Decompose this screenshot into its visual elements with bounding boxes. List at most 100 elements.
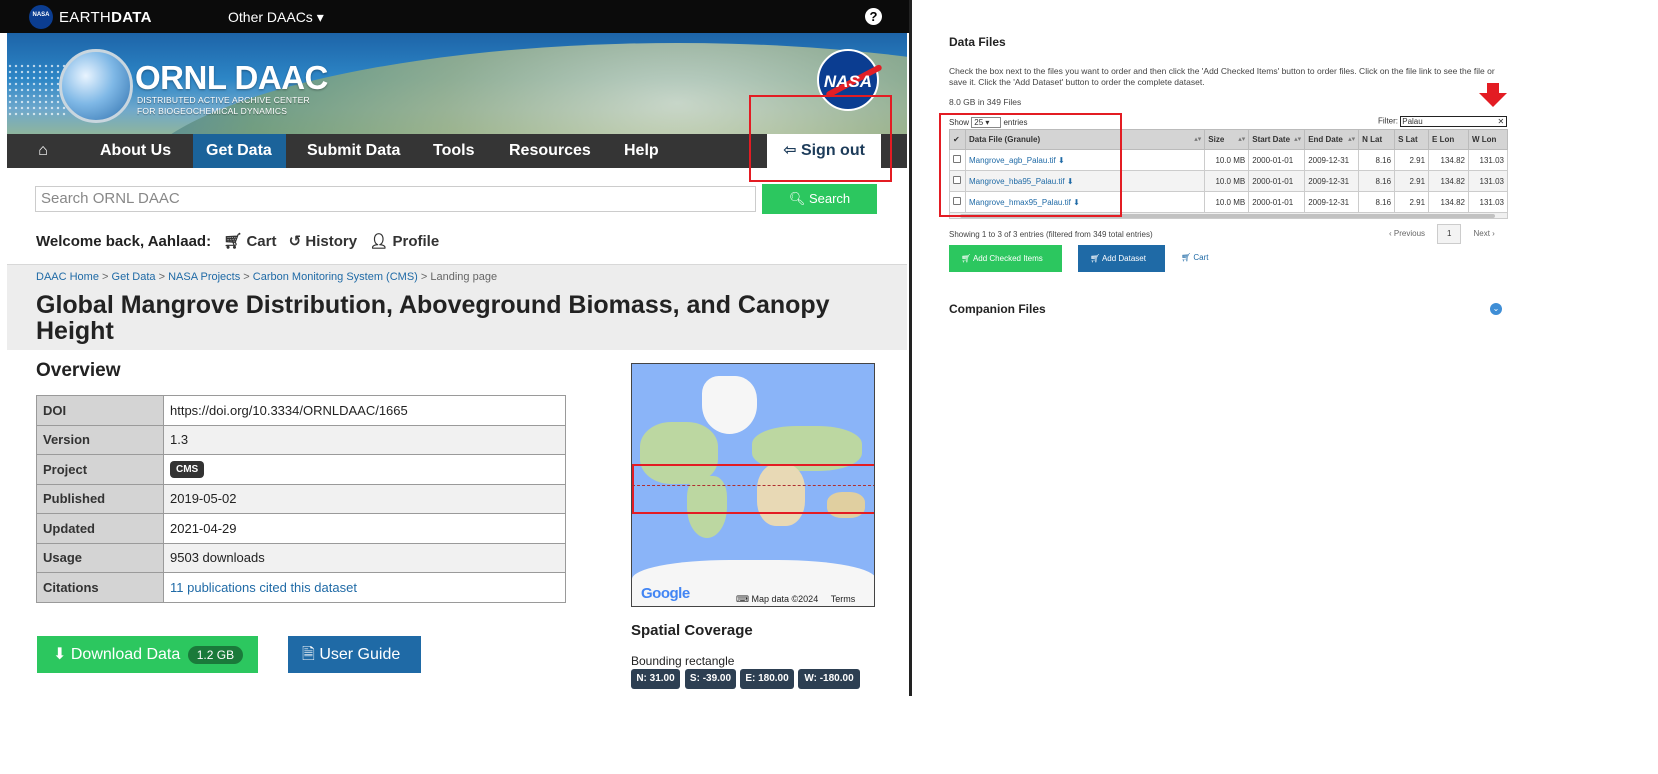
- user-guide-button[interactable]: 🗎 User Guide: [288, 636, 421, 673]
- nasa-logo-text: NASA: [823, 72, 873, 91]
- clear-icon[interactable]: ✕: [1498, 117, 1505, 126]
- table-row: DOI https://doi.org/10.3334/ORNLDAAC/1665: [36, 395, 566, 426]
- table-row: Version 1.3: [36, 424, 566, 455]
- search-icon: 🔍︎: [788, 191, 806, 206]
- previous-page-link[interactable]: ‹ Previous: [1389, 229, 1425, 238]
- nav-get-data[interactable]: Get Data: [193, 134, 286, 168]
- project-cell: CMS: [163, 454, 566, 485]
- download-icon: ⬇: [53, 646, 67, 663]
- breadcrumb-cms[interactable]: Carbon Monitoring System (CMS): [253, 271, 418, 283]
- add-dataset-button[interactable]: 🛒︎ Add Dataset: [1078, 245, 1165, 272]
- end-cell: 2009-12-31: [1304, 170, 1360, 192]
- equator-line: [632, 485, 874, 486]
- west-badge: W: -180.00: [798, 669, 860, 689]
- col-w-lon[interactable]: W Lon: [1467, 129, 1509, 150]
- next-page-link[interactable]: Next ›: [1473, 229, 1494, 238]
- overview-key: Citations: [36, 572, 164, 603]
- profile-link[interactable]: 👤︎ Profile: [369, 233, 439, 250]
- help-icon[interactable]: ?: [865, 8, 882, 25]
- col-label: S Lat: [1398, 135, 1418, 144]
- chevron-down-icon[interactable]: ⌄: [1490, 303, 1502, 315]
- filter-label: Filter:: [1378, 116, 1398, 126]
- data-files-size: 8.0 GB in 349 Files: [949, 97, 1022, 107]
- title-section: DAAC Home > Get Data > NASA Projects > C…: [7, 264, 907, 350]
- cart-link-label: Cart: [1193, 253, 1209, 262]
- data-files-heading: Data Files: [949, 35, 1006, 49]
- sort-icon: ▴▾: [1348, 136, 1356, 143]
- north-badge: N: 31.00: [631, 669, 680, 689]
- page-1-button[interactable]: 1: [1437, 224, 1462, 244]
- s-lat-cell: 2.91: [1394, 149, 1430, 171]
- data-files-panel: Data Files Check the box next to the fil…: [939, 0, 1520, 774]
- showing-entries-text: Showing 1 to 3 of 3 entries (filtered fr…: [949, 230, 1153, 239]
- cart-label: Cart: [246, 233, 277, 250]
- cart-icon: 🛒︎: [1181, 253, 1192, 262]
- sort-icon: ▴▾: [1294, 136, 1302, 143]
- col-end-date[interactable]: End Date ▴▾: [1304, 129, 1360, 150]
- breadcrumb-get-data[interactable]: Get Data: [112, 271, 156, 283]
- terms-link[interactable]: Terms: [831, 594, 856, 604]
- home-icon[interactable]: ⌂: [7, 134, 79, 168]
- document-icon: 🗎: [302, 646, 315, 663]
- size-cell: 10.0 MB: [1204, 191, 1250, 213]
- s-lat-cell: 2.91: [1394, 170, 1430, 192]
- end-cell: 2009-12-31: [1304, 191, 1360, 213]
- download-data-button[interactable]: ⬇ Download Data 1.2 GB: [37, 636, 258, 673]
- other-daacs-dropdown[interactable]: Other DAACs ▾: [228, 9, 324, 26]
- map-greenland: [702, 376, 757, 434]
- nav-help[interactable]: Help: [611, 134, 672, 168]
- companion-files-heading[interactable]: Companion Files: [949, 302, 1046, 316]
- col-n-lat[interactable]: N Lat: [1358, 129, 1396, 150]
- nav-submit-data[interactable]: Submit Data: [294, 134, 413, 168]
- brand-part-earth: EARTH: [59, 9, 112, 26]
- dataset-landing-page: NASA EARTHDATA Other DAACs ▾ ? ORNL DAAC…: [0, 0, 912, 696]
- breadcrumb-daac-home[interactable]: DAAC Home: [36, 271, 99, 283]
- citations-link[interactable]: 11 publications cited this dataset: [170, 580, 357, 595]
- filter-control: Filter: Palau ✕: [1378, 116, 1508, 127]
- add-checked-items-button[interactable]: 🛒︎ Add Checked Items: [949, 245, 1062, 272]
- citations-cell: 11 publications cited this dataset: [163, 572, 566, 603]
- col-e-lon[interactable]: E Lon: [1428, 129, 1469, 150]
- download-size-badge: 1.2 GB: [187, 646, 244, 664]
- col-s-lat[interactable]: S Lat: [1394, 129, 1430, 150]
- overview-key: Updated: [36, 513, 164, 544]
- map-attribution: ⌨ Map data ©2024 Terms: [736, 594, 855, 605]
- ornl-daac-title[interactable]: ORNL DAAC: [135, 59, 328, 97]
- user-guide-label: User Guide: [319, 646, 401, 663]
- nav-tools[interactable]: Tools: [420, 134, 487, 168]
- nasa-small-logo-text: NASA: [32, 12, 50, 18]
- breadcrumb-nasa-projects[interactable]: NASA Projects: [168, 271, 240, 283]
- keyboard-icon[interactable]: ⌨: [736, 594, 749, 604]
- col-label: Size: [1208, 135, 1225, 144]
- page-title: Global Mangrove Distribution, Abovegroun…: [36, 291, 830, 345]
- sort-icon: ▴▾: [1194, 136, 1202, 143]
- search-input[interactable]: Search ORNL DAAC: [35, 186, 756, 212]
- nav-about-us[interactable]: About Us: [87, 134, 184, 168]
- nav-resources[interactable]: Resources: [496, 134, 604, 168]
- sign-out-highlight: [749, 95, 892, 182]
- s-lat-cell: 2.91: [1394, 191, 1430, 213]
- e-lon-cell: 134.82: [1428, 191, 1469, 213]
- col-label: End Date: [1308, 135, 1343, 144]
- project-badge[interactable]: CMS: [170, 461, 205, 479]
- cart-link-small[interactable]: 🛒︎ Cart: [1181, 253, 1209, 262]
- col-start-date[interactable]: Start Date ▴▾: [1248, 129, 1306, 150]
- filter-input[interactable]: Palau ✕: [1400, 116, 1508, 127]
- coverage-map[interactable]: Google ⌨ Map data ©2024 Terms: [631, 363, 875, 607]
- sort-icon: ▴▾: [1238, 136, 1246, 143]
- banner-subtitle-1: DISTRIBUTED ACTIVE ARCHIVE CENTER: [137, 95, 310, 105]
- history-link[interactable]: ↺ History: [289, 233, 357, 250]
- earthdata-brand[interactable]: EARTHDATA: [59, 9, 152, 26]
- w-lon-cell: 131.03: [1467, 191, 1509, 213]
- overview-key: Project: [36, 454, 164, 485]
- nasa-small-logo[interactable]: NASA: [29, 5, 53, 29]
- published-value: 2019-05-02: [163, 483, 566, 514]
- search-button[interactable]: 🔍︎ Search: [762, 184, 877, 214]
- cart-link[interactable]: 🛒︎ Cart: [223, 233, 276, 250]
- add-checked-label: Add Checked Items: [972, 254, 1043, 263]
- usage-value: 9503 downloads: [163, 542, 566, 573]
- size-cell: 10.0 MB: [1204, 149, 1250, 171]
- col-size[interactable]: Size ▴▾: [1204, 129, 1250, 150]
- col-label: N Lat: [1362, 135, 1383, 144]
- dot-pattern: [7, 63, 67, 118]
